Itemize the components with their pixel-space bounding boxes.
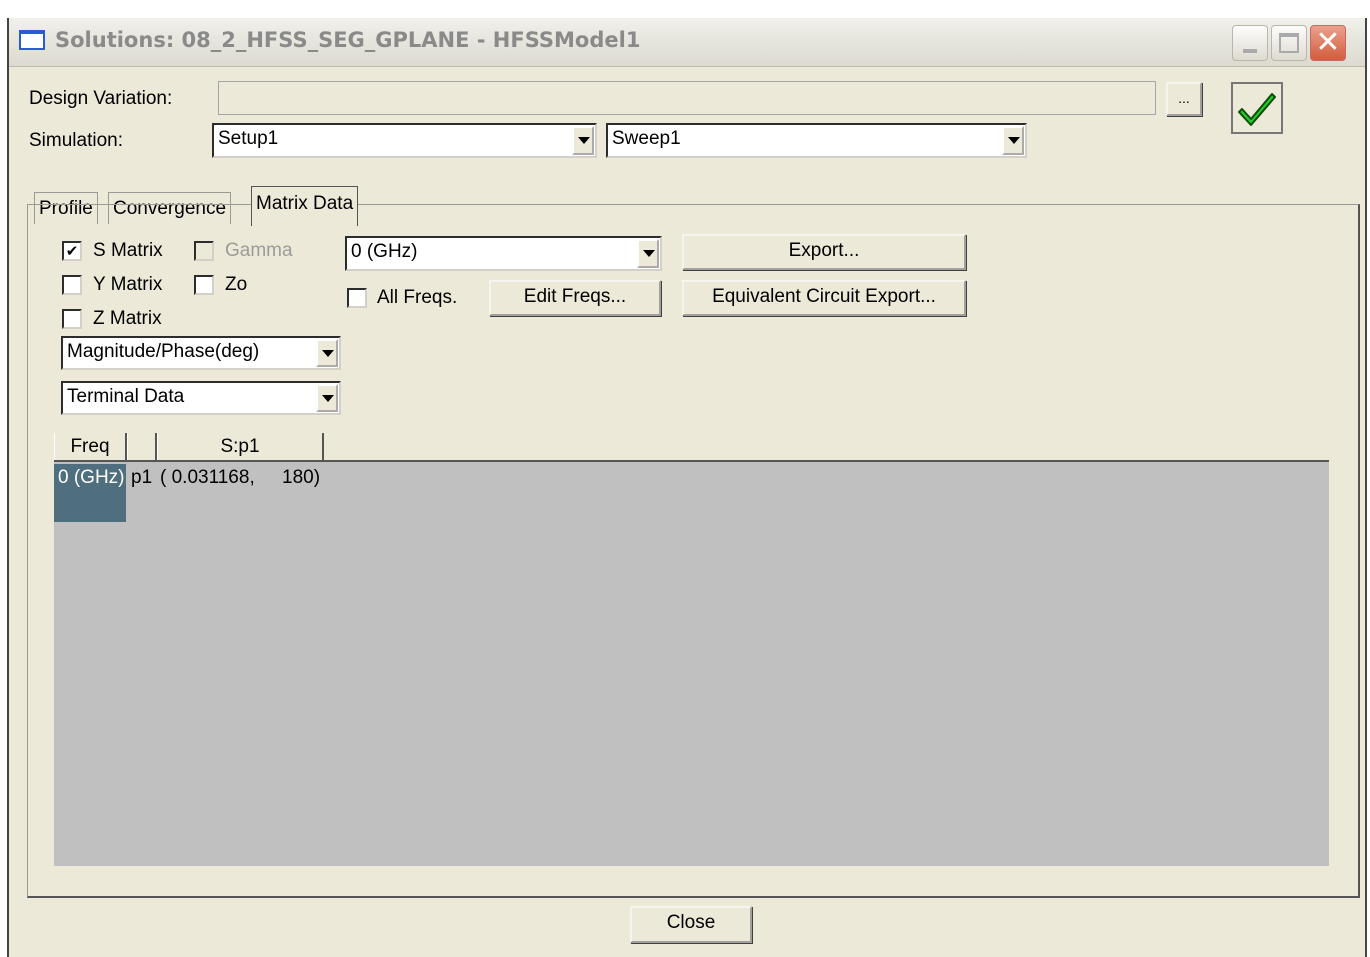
close-window-button[interactable]: ✕	[1310, 25, 1346, 61]
row-phase-cell[interactable]: 180)	[282, 467, 320, 489]
row-port-cell[interactable]: p1	[131, 467, 152, 489]
simulation-label: Simulation:	[29, 130, 123, 151]
accept-button[interactable]	[1231, 82, 1283, 134]
edit-freqs-button[interactable]: Edit Freqs...	[489, 280, 661, 316]
gamma-label: Gamma	[225, 240, 293, 261]
y-matrix-checkbox[interactable]	[62, 275, 82, 295]
gamma-checkbox	[194, 241, 214, 261]
matrix-data-grid[interactable]: Freq S:p1 0 (GHz) p1 ( 0.031168, 180)	[54, 433, 1329, 866]
design-variation-label: Design Variation:	[29, 88, 173, 109]
minimize-button[interactable]	[1232, 25, 1268, 61]
window-icon	[19, 30, 45, 50]
chevron-down-icon[interactable]	[637, 239, 659, 268]
column-header-port[interactable]	[127, 433, 157, 460]
row-value-cell[interactable]: ( 0.031168,	[160, 467, 255, 489]
s-matrix-checkbox[interactable]: ✔	[62, 241, 82, 261]
data-type-select-value: Terminal Data	[67, 386, 185, 407]
z-matrix-checkbox[interactable]	[62, 309, 82, 329]
format-select[interactable]: Magnitude/Phase(deg)	[61, 336, 341, 370]
all-freqs-checkbox[interactable]	[347, 288, 367, 308]
chevron-down-icon[interactable]	[1002, 126, 1024, 155]
all-freqs-label: All Freqs.	[377, 287, 458, 308]
chevron-down-icon[interactable]	[572, 126, 594, 155]
maximize-button[interactable]	[1271, 25, 1307, 61]
design-variation-browse-button[interactable]: ...	[1166, 82, 1202, 116]
maximize-icon	[1279, 33, 1299, 53]
solutions-dialog: Solutions: 08_2_HFSS_SEG_GPLANE - HFSSMo…	[7, 18, 1367, 957]
zo-checkbox[interactable]	[194, 275, 214, 295]
format-select-value: Magnitude/Phase(deg)	[67, 341, 260, 362]
green-check-icon	[1238, 93, 1276, 126]
s-matrix-label: S Matrix	[93, 240, 163, 261]
chevron-down-icon[interactable]	[316, 339, 338, 367]
equivalent-circuit-export-button[interactable]: Equivalent Circuit Export...	[682, 280, 966, 316]
design-variation-field	[218, 81, 1156, 115]
selected-empty-cell[interactable]	[54, 493, 126, 522]
column-header-sp1[interactable]: S:p1	[157, 433, 324, 460]
grid-header: Freq S:p1	[54, 433, 1329, 462]
frequency-select-value: 0 (GHz)	[351, 241, 418, 262]
minimize-icon	[1243, 49, 1257, 53]
tab-matrix-data[interactable]: Matrix Data	[251, 186, 359, 226]
sweep-select[interactable]: Sweep1	[606, 123, 1027, 158]
window-title: Solutions: 08_2_HFSS_SEG_GPLANE - HFSSMo…	[55, 28, 641, 52]
column-header-freq[interactable]: Freq	[54, 433, 127, 460]
close-button[interactable]: Close	[630, 906, 752, 943]
export-button[interactable]: Export...	[682, 234, 966, 270]
sweep-select-value: Sweep1	[612, 128, 681, 149]
close-icon: ✕	[1315, 25, 1341, 60]
setup-select-value: Setup1	[218, 128, 279, 149]
frequency-select[interactable]: 0 (GHz)	[345, 236, 662, 271]
data-type-select[interactable]: Terminal Data	[61, 381, 341, 415]
y-matrix-label: Y Matrix	[93, 274, 163, 295]
row-freq-cell[interactable]: 0 (GHz)	[54, 464, 126, 493]
setup-select[interactable]: Setup1	[212, 123, 597, 158]
zo-label: Zo	[225, 274, 248, 295]
z-matrix-label: Z Matrix	[93, 308, 162, 329]
chevron-down-icon[interactable]	[316, 384, 338, 412]
title-bar[interactable]: Solutions: 08_2_HFSS_SEG_GPLANE - HFSSMo…	[9, 18, 1365, 67]
